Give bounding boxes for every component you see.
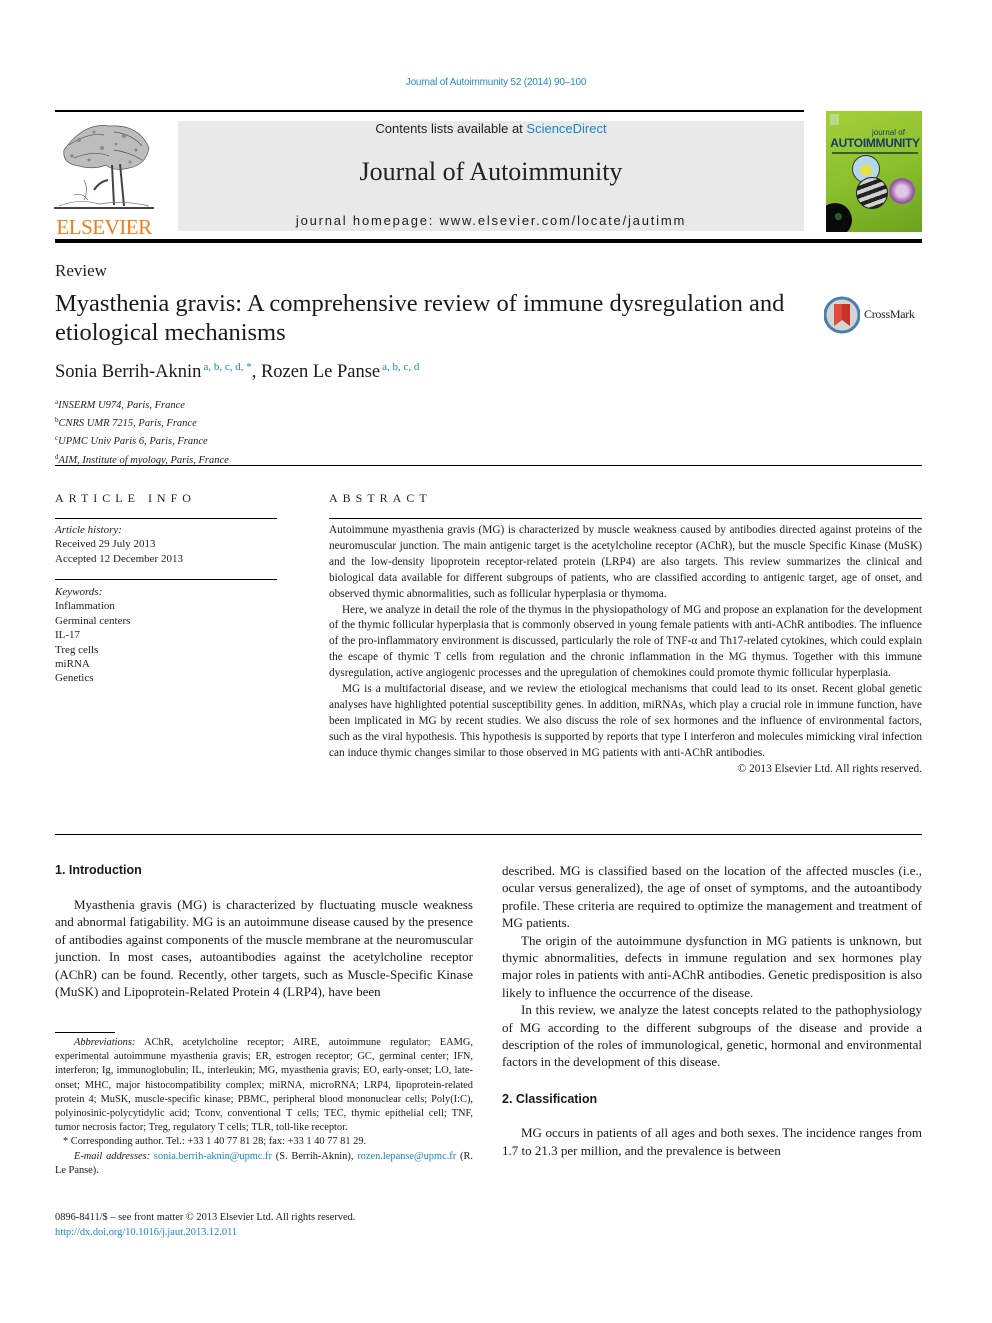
contents-prefix: Contents lists available at [375,121,527,136]
sciencedirect-link[interactable]: ScienceDirect [526,121,606,136]
affiliation-list: aINSERM U974, Paris, France bCNRS UMR 72… [55,395,229,468]
article-title: Myasthenia gravis: A comprehensive revie… [55,290,785,346]
keywords-label: Keywords: [55,586,103,598]
crossmark-button[interactable]: CrossMark [824,296,924,336]
abstract-heading: ABSTRACT [329,491,432,505]
affiliation-item: cUPMC Univ Paris 6, Paris, France [55,431,229,449]
history-label: Article history: [55,524,122,536]
abbreviations-text: AChR, acetylcholine receptor; AIRE, auto… [55,1037,473,1134]
corresponding-author-note: * Corresponding author. Tel.: +33 1 40 7… [63,1136,367,1148]
issn-line: 0896-8411/$ – see front matter © 2013 El… [55,1212,356,1223]
crossmark-label: CrossMark [864,307,915,321]
affiliation-text: UPMC Univ Paris 6, Paris, France [58,436,208,448]
abstract-paragraph: Autoimmune myasthenia gravis (MG) is cha… [329,524,922,600]
keyword: miRNA [55,658,90,671]
body-column-left: Myasthenia gravis (MG) is characterized … [55,896,473,1000]
abstract-rule [329,518,922,520]
author-name[interactable]: Rozen Le Panse [261,362,380,382]
front-matter: 0896-8411/$ – see front matter © 2013 El… [55,1211,355,1240]
cover-circle-tissue [856,177,888,209]
doi-link[interactable]: http://dx.doi.org/10.1016/j.jaut.2013.12… [55,1226,355,1241]
keywords-block: Keywords: Inflammation Germinal centers … [55,585,130,686]
journal-title: Journal of Autoimmunity [359,157,623,186]
abstract-paragraph: Here, we analyze in detail the role of t… [329,603,922,680]
section-rule [55,465,922,467]
accepted-date: Accepted 12 December 2013 [55,552,183,565]
crossmark-icon [824,296,860,334]
keyword: Genetics [55,672,94,685]
cover-elsevier-badge [830,114,839,125]
header-rule [55,110,804,112]
abstract-paragraph: MG is a multifactorial disease, and we r… [329,683,922,759]
abstract-end-rule [55,834,922,836]
footnote-rule [55,1032,115,1033]
article-info-heading: ARTICLE INFO [55,491,196,505]
cover-circle-stain [889,178,915,204]
keyword: Treg cells [55,643,99,656]
elsevier-wordmark: ELSEVIER [56,215,152,239]
cover-subtitle-bar [832,152,918,154]
header-thick-rule [55,239,922,243]
abstract-body: Autoimmune myasthenia gravis (MG) is cha… [329,523,922,778]
body-paragraph: Myasthenia gravis (MG) is characterized … [55,897,473,1000]
elsevier-tree-icon [54,120,154,212]
received-date: Received 29 July 2013 [55,538,156,551]
affiliation-item: aINSERM U974, Paris, France [55,395,229,413]
email-owner: (S. Berrih-Aknin), [271,1150,358,1162]
abbreviations-footnote: Abbreviations: AChR, acetylcholine recep… [55,1036,473,1135]
section-heading-introduction: 1. Introduction [55,863,142,877]
body-paragraph: The origin of the autoimmune dysfunction… [502,932,922,1000]
author-name[interactable]: Sonia Berrih-Aknin [55,362,201,382]
journal-banner: Contents lists available at ScienceDirec… [178,121,804,231]
abstract-copyright: © 2013 Elsevier Ltd. All rights reserved… [737,762,922,775]
cover-circle-dark [826,203,852,232]
article-info-rule [55,579,277,581]
body-paragraph: MG occurs in patients of all ages and bo… [502,1125,922,1158]
elsevier-logo[interactable]: ELSEVIER [52,120,156,238]
keyword: IL-17 [55,629,81,642]
keyword: Germinal centers [55,614,131,627]
author-separator: , [251,362,261,382]
affiliation-text: AIM, Institute of myology, Paris, France [58,454,229,466]
author-list: Sonia Berrih-Aknin a, b, c, d, *, Rozen L… [55,361,419,383]
cover-title-big: AUTOIMMUNITY [830,136,920,150]
footnotes: Abbreviations: AChR, acetylcholine recep… [55,1036,473,1178]
affiliation-text: CNRS UMR 7215, Paris, France [58,418,197,430]
affiliation-item: bCNRS UMR 7215, Paris, France [55,413,229,431]
author-affil-marks[interactable]: a, b, c, d, * [203,361,251,373]
email-link[interactable]: rozen.lepanse@upmc.fr [357,1151,456,1162]
email-footnote: E-mail addresses: sonia.berrih-aknin@upm… [55,1150,473,1178]
article-type: Review [55,261,107,280]
article-info-rule [55,518,277,520]
body-paragraph: described. MG is classified based on the… [502,863,922,931]
section-heading-classification: 2. Classification [502,1091,598,1106]
abbreviations-label: Abbreviations: [74,1037,136,1048]
keyword: Inflammation [55,600,115,613]
article-history: Article history: Received 29 July 2013 A… [55,523,183,566]
body-column-right: described. MG is classified based on the… [502,862,922,1159]
affiliation-text: INSERM U974, Paris, France [58,400,185,411]
body-paragraph: In this review, we analyze the latest co… [502,1002,922,1070]
author-affil-marks[interactable]: a, b, c, d [382,361,419,373]
email-link[interactable]: sonia.berrih-aknin@upmc.fr [154,1151,272,1162]
journal-cover-image[interactable]: journal of AUTOIMMUNITY [826,111,922,232]
journal-citation[interactable]: Journal of Autoimmunity 52 (2014) 90–100 [0,77,992,88]
journal-homepage[interactable]: journal homepage: www.elsevier.com/locat… [178,213,804,228]
email-label: E-mail addresses: [74,1150,151,1162]
contents-line: Contents lists available at ScienceDirec… [178,121,804,136]
